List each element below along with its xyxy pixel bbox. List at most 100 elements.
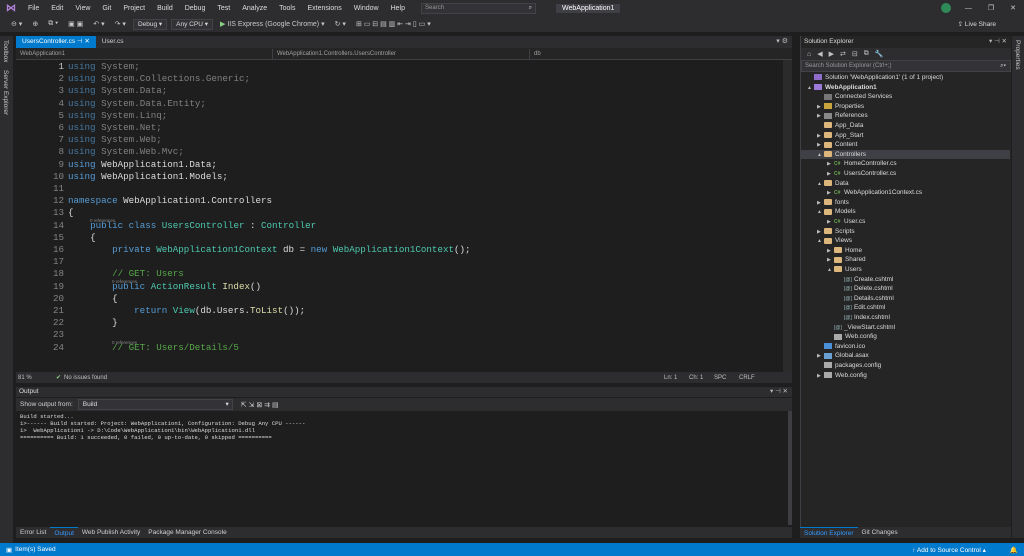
forward-icon[interactable]: ⊕: [29, 20, 41, 28]
tree-item[interactable]: favicon.ico: [801, 342, 1010, 352]
code-line[interactable]: 20 {: [16, 293, 776, 305]
code-line[interactable]: 1 using System;: [16, 61, 776, 73]
tree-item[interactable]: [@] Create.cshtml: [801, 275, 1010, 285]
tree-item[interactable]: [@] Details.cshtml: [801, 294, 1010, 304]
tree-item[interactable]: Connected Services: [801, 92, 1010, 102]
tree-item[interactable]: ▶ References: [801, 111, 1010, 121]
references-codelens[interactable]: 0 references: [90, 215, 115, 227]
tree-item[interactable]: ▲ Data: [801, 179, 1010, 189]
issues-status[interactable]: No issues found: [64, 375, 664, 381]
tree-item[interactable]: ▶ C# HomeController.cs: [801, 159, 1010, 169]
collapse-icon[interactable]: ⊟: [852, 50, 858, 58]
pin-icon[interactable]: ⊣: [77, 38, 83, 45]
forward-nav-icon[interactable]: ▶: [829, 50, 834, 58]
properties-icon[interactable]: 🔧: [875, 50, 884, 58]
save-all-icon[interactable]: ▣ ▣: [65, 20, 86, 28]
menu-file[interactable]: File: [22, 5, 45, 12]
code-line[interactable]: 16 private WebApplication1Context db = n…: [16, 244, 776, 256]
code-line[interactable]: 24 // GET: Users/Details/5 0 references: [16, 340, 776, 354]
vs-logo-icon[interactable]: ⋈: [0, 3, 22, 14]
tab-output[interactable]: Output: [50, 527, 78, 538]
tree-item[interactable]: ▶ Content: [801, 140, 1010, 150]
code-line[interactable]: 4 using System.Data.Entity;: [16, 98, 776, 110]
tab-solution-explorer[interactable]: Solution Explorer: [800, 527, 858, 538]
code-line[interactable]: 15 {: [16, 232, 776, 244]
source-control-button[interactable]: ↑ Add to Source Control ▴: [912, 546, 986, 554]
solution-search-input[interactable]: Search Solution Explorer (Ctrl+;) ⌕▾: [801, 60, 1011, 72]
menu-build[interactable]: Build: [151, 5, 179, 12]
menu-debug[interactable]: Debug: [179, 5, 212, 12]
code-line[interactable]: 21 return View(db.Users.ToList());: [16, 305, 776, 317]
tree-item[interactable]: ▶ Scripts: [801, 227, 1010, 237]
member-dropdown[interactable]: db: [530, 49, 780, 59]
configuration-select[interactable]: Debug ▾: [132, 18, 168, 30]
platform-select[interactable]: Any CPU ▾: [171, 18, 213, 30]
tree-item[interactable]: ▲ Controllers: [801, 149, 1010, 160]
code-line[interactable]: 2 using System.Collections.Generic;: [16, 73, 776, 85]
menu-view[interactable]: View: [69, 5, 96, 12]
sync-icon[interactable]: ⇄: [840, 50, 846, 58]
tree-item[interactable]: packages.config: [801, 361, 1010, 371]
back-icon[interactable]: ⊖ ▾: [8, 20, 25, 28]
account-avatar[interactable]: [940, 3, 951, 13]
code-line[interactable]: 3 using System.Data;: [16, 85, 776, 97]
tree-item[interactable]: ▶ Global.asax: [801, 351, 1010, 361]
output-source-select[interactable]: Build ▾: [77, 399, 233, 410]
tree-item[interactable]: ▶ Home: [801, 246, 1010, 256]
menu-extensions[interactable]: Extensions: [301, 5, 347, 12]
tree-item[interactable]: ▶ C# WebApplication1Context.cs: [801, 188, 1010, 198]
code-line[interactable]: 8 using System.Web.Mvc;: [16, 146, 776, 158]
code-line[interactable]: 11: [16, 183, 776, 195]
tab-git-changes[interactable]: Git Changes: [858, 527, 902, 538]
editor-scrollbar[interactable]: [783, 60, 792, 372]
tree-item[interactable]: ▶ Shared: [801, 255, 1010, 265]
tree-item[interactable]: ▶ Properties: [801, 102, 1010, 112]
output-text[interactable]: Build started... 1>------ Build started: …: [16, 411, 788, 525]
tree-item[interactable]: Web.config: [801, 332, 1010, 342]
tree-item[interactable]: ▶ C# UsersController.cs: [801, 169, 1010, 179]
minimize-icon[interactable]: —: [957, 5, 980, 12]
tab-web-publish[interactable]: Web Publish Activity: [78, 527, 144, 538]
tree-item[interactable]: [@] Edit.cshtml: [801, 303, 1010, 313]
line-ending[interactable]: CRLF: [739, 375, 755, 381]
tree-item[interactable]: ▲ WebApplication1: [801, 83, 1010, 93]
menu-edit[interactable]: Edit: [45, 5, 69, 12]
code-line[interactable]: 14 public class UsersController : Contro…: [16, 218, 776, 232]
references-codelens[interactable]: 0 references: [112, 337, 137, 349]
tree-item[interactable]: ▲ Views: [801, 236, 1010, 246]
live-share-button[interactable]: ⇪ Live Share: [958, 20, 996, 28]
redo-icon[interactable]: ↷ ▾: [112, 20, 129, 28]
tree-item[interactable]: [@] Index.cshtml: [801, 313, 1010, 323]
search-box[interactable]: Search ⌕: [421, 2, 537, 14]
tree-item[interactable]: ▶ App_Start: [801, 131, 1010, 141]
tab-error-list[interactable]: Error List: [16, 527, 50, 538]
tree-item[interactable]: [@] Delete.cshtml: [801, 284, 1010, 294]
whitespace-mode[interactable]: SPC: [714, 375, 739, 381]
tree-item[interactable]: ▶ fonts: [801, 198, 1010, 208]
undo-icon[interactable]: ↶ ▾: [90, 20, 107, 28]
code-line[interactable]: 19 public ActionResult Index() 0 referenc…: [16, 279, 776, 293]
code-line[interactable]: 12 namespace WebApplication1.Controllers: [16, 195, 776, 207]
run-button[interactable]: ▶ IIS Express (Google Chrome) ▾: [217, 20, 328, 28]
output-panel-controls[interactable]: ▾ ⊣ ✕: [770, 387, 792, 397]
code-line[interactable]: 7 using System.Web;: [16, 134, 776, 146]
layout-icons[interactable]: ⊞ ▭ ⊟ ▤ ▥ ⇤ ⇥ ▯ ▭ ▾: [353, 20, 434, 28]
notifications-icon[interactable]: 🔔: [1010, 546, 1018, 554]
tree-item[interactable]: ▲ Models: [801, 207, 1010, 217]
maximize-icon[interactable]: ❐: [980, 4, 1002, 12]
menu-analyze[interactable]: Analyze: [236, 5, 273, 12]
tab-userscontroller[interactable]: UsersController.cs ⊣ ✕: [16, 36, 96, 48]
show-all-icon[interactable]: ⧉: [864, 50, 869, 58]
tree-item[interactable]: Solution 'WebApplication1' (1 of 1 proje…: [801, 73, 1010, 83]
project-dropdown[interactable]: WebApplication1: [16, 48, 273, 59]
close-icon[interactable]: ✕: [1002, 4, 1024, 12]
zoom-level[interactable]: 81 %: [16, 375, 56, 381]
code-line[interactable]: 17: [16, 256, 776, 268]
new-item-icon[interactable]: ⧉ ▾: [45, 20, 61, 28]
menu-project[interactable]: Project: [117, 5, 151, 12]
tree-item[interactable]: [@] _ViewStart.cshtml: [801, 323, 1010, 333]
tree-item[interactable]: ▶ Web.config: [801, 371, 1010, 381]
references-codelens[interactable]: 0 references: [112, 276, 137, 288]
back-nav-icon[interactable]: ◀: [817, 50, 822, 58]
toolbox-tab[interactable]: Toolbox: [0, 36, 11, 66]
